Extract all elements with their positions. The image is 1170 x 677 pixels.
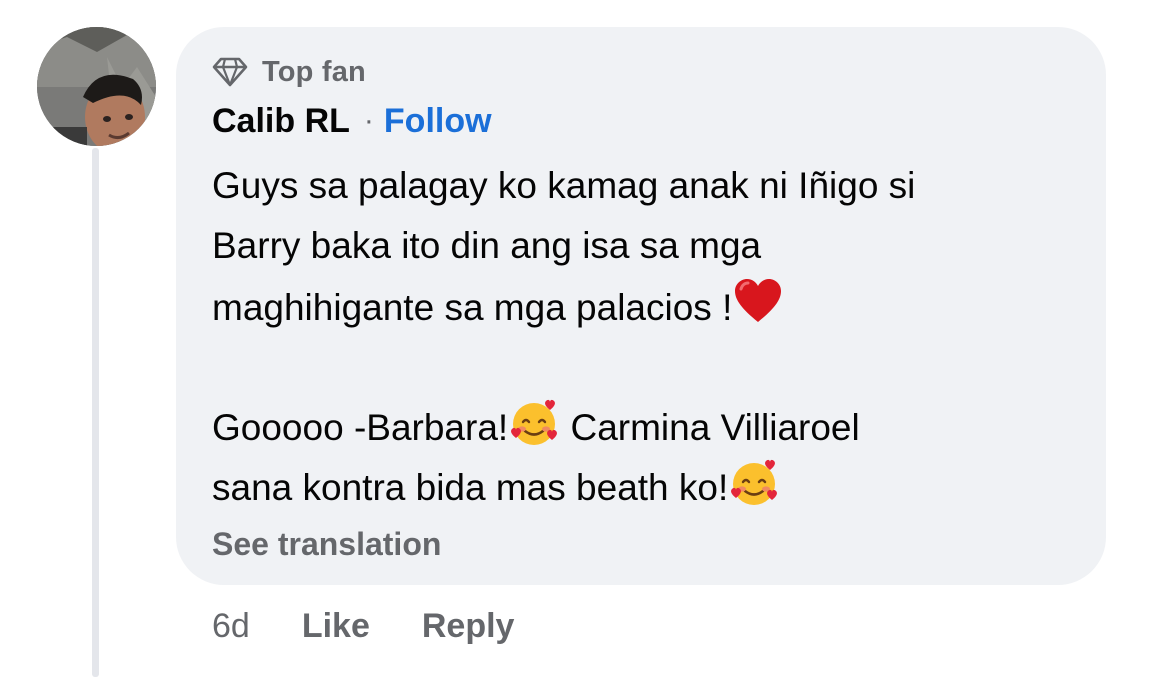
comment-line-text: sana kontra bida mas beath ko!	[212, 467, 729, 508]
diamond-icon	[212, 56, 248, 88]
comment-text: Guys sa palagay ko kamag anak ni Iñigo s…	[212, 156, 1092, 516]
reply-button[interactable]: Reply	[422, 607, 515, 646]
top-fan-badge: Top fan	[212, 54, 366, 90]
smiling-face-with-hearts-emoji	[511, 399, 558, 445]
profile-photo	[37, 27, 156, 146]
comment-line-text: Gooooo -Barbara!	[212, 407, 509, 448]
comment-timestamp[interactable]: 6d	[212, 607, 250, 646]
red-heart-emoji	[735, 279, 782, 322]
comment-line-text: Carmina Villiaroel	[560, 407, 860, 448]
comment-thread: Top fan Calib RL · Follow Guys sa palaga…	[0, 0, 1170, 677]
comment-actions: 6d Like Reply	[212, 604, 514, 648]
comment-line-text: maghihigante sa mga palacios !	[212, 287, 733, 328]
author-name[interactable]: Calib RL	[212, 102, 350, 141]
avatar[interactable]	[37, 27, 156, 146]
thread-line	[92, 148, 99, 677]
comment-line: sana kontra bida mas beath ko!	[212, 456, 1092, 516]
like-button[interactable]: Like	[302, 607, 370, 646]
comment-line: maghihigante sa mga palacios !	[212, 276, 1092, 336]
follow-button[interactable]: Follow	[384, 102, 492, 141]
badge-label: Top fan	[262, 55, 366, 88]
comment-line: Guys sa palagay ko kamag anak ni Iñigo s…	[212, 165, 916, 206]
separator-dot: ·	[363, 104, 374, 137]
see-translation-link[interactable]: See translation	[212, 526, 441, 563]
comment-line: Barry baka ito din ang isa sa mga	[212, 225, 762, 266]
smiling-face-with-hearts-emoji	[731, 459, 778, 505]
comment-line: Gooooo -Barbara! Carmina Villiaroel	[212, 396, 1092, 456]
author-row: Calib RL · Follow	[212, 100, 492, 142]
